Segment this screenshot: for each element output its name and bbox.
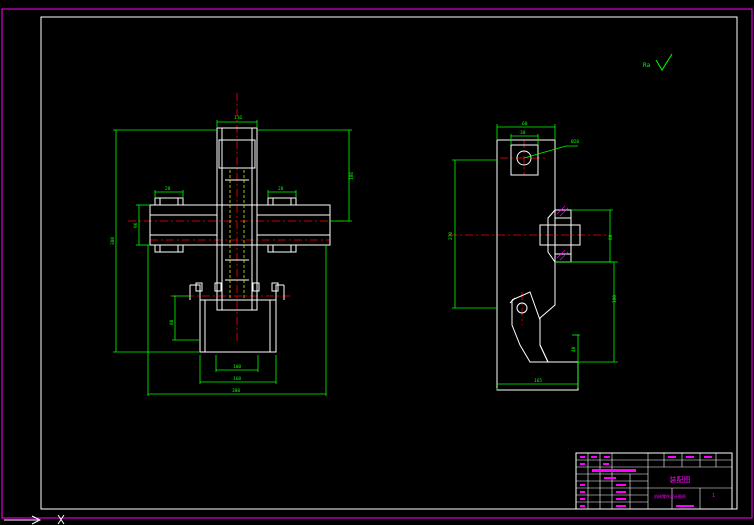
right-view: 60 30 Ø20 270 80 180 40 165 [448,121,618,391]
dim-bottom-mid: 160 [233,376,241,382]
title-block-sheet: 1 [712,493,715,499]
inner-frame [40,16,738,510]
left-view-dimensions [113,120,352,396]
dim-right-small: 80 [608,234,614,240]
title-block-title: 装配图 [670,475,691,484]
dim-right-bolt: 28 [278,186,284,192]
right-view-hatch [556,205,569,261]
outer-frame [1,8,753,519]
dim-right-height: 186 [349,172,355,180]
dim-left-height: 96 [133,222,139,228]
right-view-dimensions [452,124,618,390]
dim-top-width: 116 [234,115,242,121]
dim-right-bore: Ø20 [571,138,579,145]
dim-right-overall-height: 270 [448,232,454,240]
right-view-body [496,139,581,391]
dim-right-bottom: 40 [571,346,577,352]
title-block-subtitle: 机械零件设计图纸 [654,493,686,499]
dim-bottom-overall: 380 [232,388,240,394]
sheet-border [1,8,753,519]
title-block: 装配图 机械零件设计图纸 1 [575,452,733,510]
dim-right-large: 180 [612,295,618,303]
right-view-dim-labels: 60 30 Ø20 270 80 180 40 165 [448,121,618,384]
dim-left-bolt: 28 [165,186,171,192]
left-view: 116 28 28 96 380 186 80 100 160 380 [110,93,355,396]
dim-right-top-width: 60 [522,121,528,127]
dim-right-top-inner: 30 [520,130,526,136]
ucs-icon [4,514,65,525]
roughness-text: Ra [643,62,651,69]
dim-overall-height: 380 [110,237,116,245]
cad-drawing: Ra 116 28 28 96 380 186 80 100 160 380 6… [1,8,753,525]
dim-right-bottom-width: 165 [534,378,542,384]
right-view-centerlines [449,140,610,325]
dim-bottom-inner: 100 [233,364,241,370]
dim-lower-left: 80 [169,319,175,325]
roughness-symbol: Ra [643,53,673,71]
